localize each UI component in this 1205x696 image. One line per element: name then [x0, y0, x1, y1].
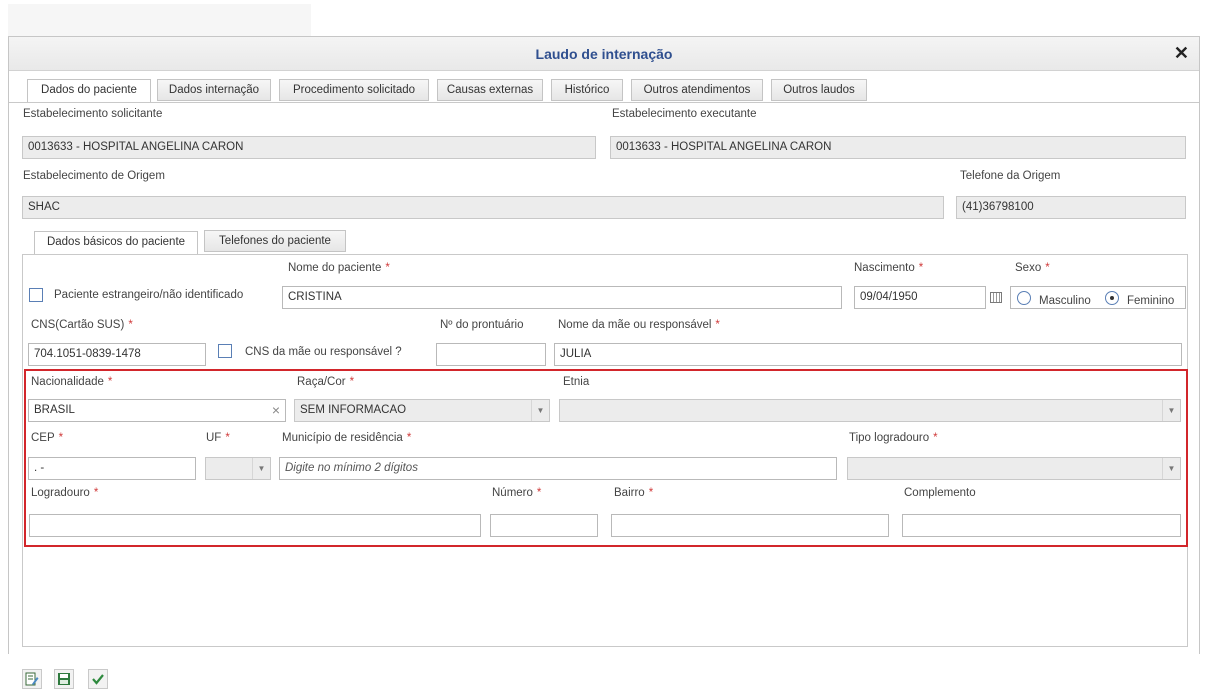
radio-feminino[interactable] — [1105, 291, 1119, 305]
field-nome-paciente[interactable]: CRISTINA — [282, 286, 842, 309]
save-icon — [58, 673, 70, 685]
label-masculino: Masculino — [1039, 295, 1091, 307]
select-etnia[interactable]: ▼ — [559, 399, 1181, 422]
field-estabelecimento-solicitante: 0013633 - HOSPITAL ANGELINA CARON — [22, 136, 596, 159]
field-logradouro[interactable] — [29, 514, 481, 537]
label-uf: UF * — [206, 432, 230, 444]
tab-causas-externas[interactable]: Causas externas — [437, 79, 543, 101]
label-cep: CEP * — [31, 432, 64, 444]
label-estabelecimento-solicitante: Estabelecimento solicitante — [23, 108, 163, 120]
label-tipo-logradouro: Tipo logradouro * — [849, 432, 938, 444]
tab-procedimento-solicitado[interactable]: Procedimento solicitado — [279, 79, 429, 101]
label-cns-mae: CNS da mãe ou responsável ? — [245, 346, 402, 358]
sexo-group: Masculino Feminino — [1010, 286, 1186, 309]
field-bairro[interactable] — [611, 514, 889, 537]
title-bar: Laudo de internação ✕ — [9, 37, 1199, 71]
field-nascimento[interactable]: 09/04/1950 — [854, 286, 986, 309]
field-telefone-origem: (41)36798100 — [956, 196, 1186, 219]
label-estabelecimento-origem: Estabelecimento de Origem — [23, 170, 165, 182]
checkbox-estrangeiro[interactable] — [29, 288, 43, 302]
checkbox-cns-mae[interactable] — [218, 344, 232, 358]
label-nascimento: Nascimento * — [854, 262, 924, 274]
label-etnia: Etnia — [563, 376, 590, 388]
close-icon[interactable]: ✕ — [1174, 43, 1189, 64]
field-nacionalidade[interactable]: BRASIL × — [28, 399, 286, 422]
radio-masculino[interactable] — [1017, 291, 1031, 305]
edit-button[interactable] — [22, 669, 42, 689]
subtab-dados-basicos[interactable]: Dados básicos do paciente — [34, 231, 198, 255]
select-uf[interactable]: ▼ — [205, 457, 271, 480]
chevron-down-icon[interactable]: ▼ — [531, 400, 549, 421]
subtab-telefones[interactable]: Telefones do paciente — [204, 230, 346, 252]
clear-icon[interactable]: × — [272, 400, 280, 421]
field-numero[interactable] — [490, 514, 598, 537]
label-feminino: Feminino — [1127, 295, 1175, 307]
select-raca-cor[interactable]: SEM INFORMACAO ▼ — [294, 399, 550, 422]
field-estabelecimento-origem: SHAC — [22, 196, 944, 219]
tab-outros-atendimentos[interactable]: Outros atendimentos — [631, 79, 763, 101]
check-icon — [92, 674, 104, 685]
nacionalidade-value: BRASIL — [34, 404, 75, 416]
label-nome-paciente: Nome do paciente * — [288, 262, 390, 274]
window-title: Laudo de internação — [535, 46, 673, 62]
field-municipio[interactable]: Digite no mínimo 2 dígitos — [279, 457, 837, 480]
chevron-down-icon[interactable]: ▼ — [1162, 400, 1180, 421]
label-raca-cor: Raça/Cor * — [297, 376, 355, 388]
field-estabelecimento-executante: 0013633 - HOSPITAL ANGELINA CARON — [610, 136, 1186, 159]
label-estabelecimento-executante: Estabelecimento executante — [612, 108, 757, 120]
tab-dados-paciente[interactable]: Dados do paciente — [27, 79, 151, 103]
label-complemento: Complemento — [904, 487, 976, 499]
label-logradouro: Logradouro * — [31, 487, 99, 499]
label-sexo: Sexo * — [1015, 262, 1050, 274]
calendar-icon[interactable] — [990, 292, 1002, 303]
field-cns[interactable]: 704.1051-0839-1478 — [28, 343, 206, 366]
top-strip — [8, 4, 311, 36]
label-cns: CNS(Cartão SUS) * — [31, 319, 133, 331]
tab-dados-internacao[interactable]: Dados internação — [157, 79, 271, 101]
save-button[interactable] — [54, 669, 74, 689]
chevron-down-icon[interactable]: ▼ — [1162, 458, 1180, 479]
field-prontuario[interactable] — [436, 343, 546, 366]
select-tipo-logradouro[interactable]: ▼ — [847, 457, 1181, 480]
label-prontuario: Nº do prontuário — [440, 319, 524, 331]
field-cep[interactable]: . - — [28, 457, 196, 480]
edit-icon — [25, 672, 39, 686]
label-nome-mae: Nome da mãe ou responsável * — [558, 319, 720, 331]
label-numero: Número * — [492, 487, 542, 499]
field-complemento[interactable] — [902, 514, 1181, 537]
label-estrangeiro: Paciente estrangeiro/não identificado — [54, 289, 244, 301]
field-nome-mae[interactable]: JULIA — [554, 343, 1182, 366]
label-telefone-origem: Telefone da Origem — [960, 170, 1061, 182]
label-municipio: Município de residência * — [282, 432, 412, 444]
label-bairro: Bairro * — [614, 487, 654, 499]
label-nacionalidade: Nacionalidade * — [31, 376, 113, 388]
raca-cor-value: SEM INFORMACAO — [300, 404, 407, 416]
tab-historico[interactable]: Histórico — [551, 79, 623, 101]
chevron-down-icon[interactable]: ▼ — [252, 458, 270, 479]
tab-outros-laudos[interactable]: Outros laudos — [771, 79, 867, 101]
confirm-button[interactable] — [88, 669, 108, 689]
radio-selected-dot — [1110, 296, 1114, 300]
